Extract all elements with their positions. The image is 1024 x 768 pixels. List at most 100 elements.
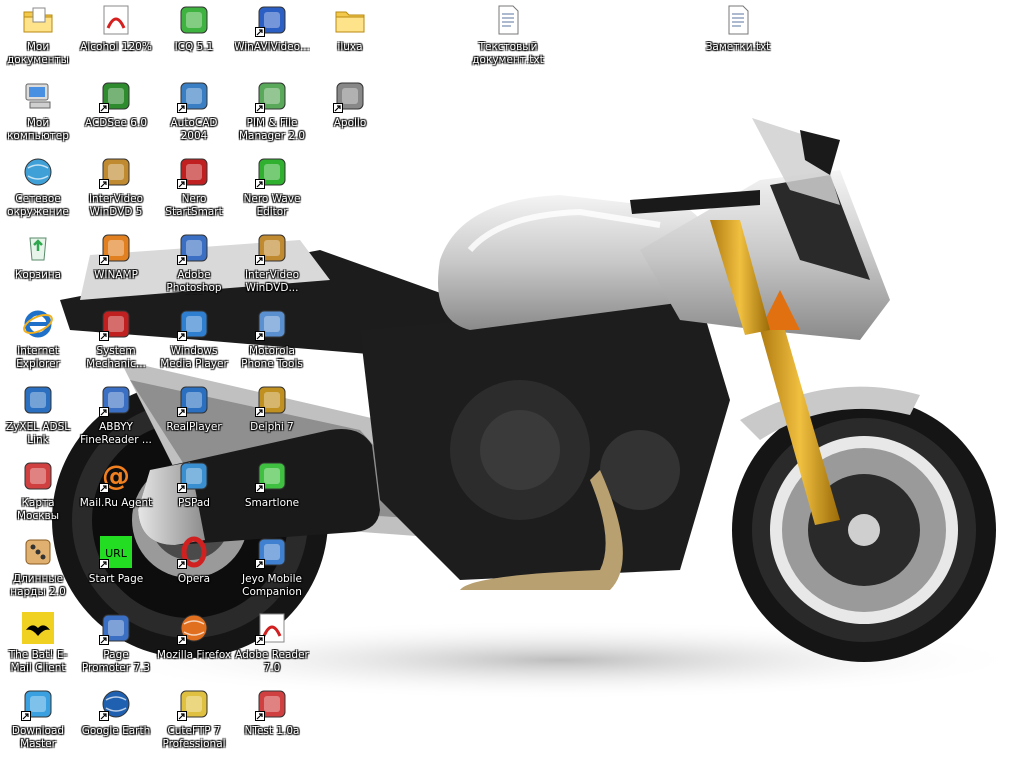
desktop-icon[interactable]: NTest 1.0a: [234, 686, 310, 760]
recycle-bin-icon: [22, 232, 54, 264]
desktop-icon[interactable]: RealPlayer: [156, 382, 232, 456]
winamp-icon: [99, 232, 132, 265]
desktop-icon-label: InterVideo WinDVD...: [244, 269, 300, 294]
desktop-icon[interactable]: PSPad: [156, 458, 232, 532]
opera-icon: [177, 536, 210, 569]
desktop-icon-label: ABBYY FineReader ...: [80, 421, 152, 446]
nero-wave-icon: [255, 156, 288, 189]
desktop-icon[interactable]: Motorola Phone Tools: [234, 306, 310, 380]
desktop-icon[interactable]: Delphi 7: [234, 382, 310, 456]
desktop-icon-label: NTest 1.0a: [244, 725, 300, 737]
alcohol-120-icon: [100, 4, 132, 36]
desktop-icon[interactable]: Мои документы: [0, 2, 76, 76]
desktop-icon-label: Корзина: [14, 269, 62, 281]
desktop-icon[interactable]: Nero Wave Editor: [234, 154, 310, 228]
shortcut-arrow-icon: [177, 483, 187, 493]
desktop-icon[interactable]: ZyXEL ADSL Link: [0, 382, 76, 456]
desktop-icon-label: Motorola Phone Tools: [241, 345, 303, 370]
shortcut-arrow-icon: [99, 483, 109, 493]
apollo-icon: [333, 80, 366, 113]
desktop-icon[interactable]: WINAMP: [78, 230, 154, 304]
desktop-icon-label: Adobe Photoshop CS2: [166, 269, 222, 294]
desktop-icon[interactable]: Alcohol 120%: [78, 2, 154, 76]
desktop-icon[interactable]: Nero StartSmart: [156, 154, 232, 228]
desktop-icons: Мои документы Alcohol 120% ICQ 5.1 WinAVIVi…: [0, 0, 1024, 768]
adobe-reader-icon: [255, 612, 288, 645]
page-promoter-icon: [99, 612, 132, 645]
icq-icon: [178, 4, 210, 36]
my-documents-icon: [22, 4, 54, 36]
desktop-icon[interactable]: Сетевое окружение: [0, 154, 76, 228]
desktop-icon[interactable]: Download Master: [0, 686, 76, 760]
desktop-icon-label: Page Promoter 7.3: [81, 649, 151, 674]
shortcut-arrow-icon: [99, 559, 109, 569]
desktop-icon-label: Delphi 7: [250, 421, 294, 433]
google-earth-icon: [99, 688, 132, 721]
desktop-icon[interactable]: CuteFTP 7 Professional: [156, 686, 232, 760]
desktop-icon[interactable]: Mozilla Firefox: [156, 610, 232, 684]
the-bat-icon: [22, 612, 54, 644]
desktop-icon[interactable]: Jeyo Mobile Companion 1.1: [234, 534, 310, 608]
jeyo-icon: [255, 536, 288, 569]
desktop-icon[interactable]: @ Mail.Ru Agent: [78, 458, 154, 532]
desktop-icon[interactable]: Opera: [156, 534, 232, 608]
desktop-icon[interactable]: Apollo: [312, 78, 388, 152]
my-computer-icon: [22, 80, 54, 112]
desktop-icon[interactable]: Internet Explorer: [0, 306, 76, 380]
desktop-icon[interactable]: URL Start Page: [78, 534, 154, 608]
desktop-icon-label: Alcohol 120%: [80, 41, 152, 53]
desktop: Мои документы Alcohol 120% ICQ 5.1 WinAVIVi…: [0, 0, 1024, 768]
desktop-icon[interactable]: Мой компьютер: [0, 78, 76, 152]
acdsee-icon: [99, 80, 132, 113]
shortcut-arrow-icon: [177, 103, 187, 113]
zyxel-icon: [22, 384, 54, 416]
desktop-icon-label: Download Master: [11, 725, 65, 750]
desktop-icon[interactable]: Smartlone: [234, 458, 310, 532]
desktop-icon[interactable]: AutoCAD 2004: [156, 78, 232, 152]
desktop-icon[interactable]: iluxa: [312, 2, 388, 76]
desktop-icon[interactable]: Заметки.txt: [700, 2, 776, 76]
desktop-icon[interactable]: Page Promoter 7.3: [78, 610, 154, 684]
media-player-icon: [177, 308, 210, 341]
desktop-icon-label: WINAMP: [94, 269, 138, 281]
desktop-icon[interactable]: Adobe Reader 7.0: [234, 610, 310, 684]
desktop-icon-label: Мои документы: [7, 41, 69, 66]
pspad-icon: [177, 460, 210, 493]
shortcut-arrow-icon: [255, 255, 265, 265]
autocad-icon: [177, 80, 210, 113]
windvd-icon: [255, 232, 288, 265]
desktop-icon[interactable]: InterVideo WinDVD 5: [78, 154, 154, 228]
desktop-icon[interactable]: ACDSee 6.0: [78, 78, 154, 152]
shortcut-arrow-icon: [99, 331, 109, 341]
desktop-icon-label: WinAVIVideo...: [234, 41, 310, 53]
desktop-icon[interactable]: Текстовый документ.txt: [470, 2, 546, 76]
shortcut-arrow-icon: [177, 407, 187, 417]
shortcut-arrow-icon: [177, 255, 187, 265]
desktop-icon[interactable]: ICQ 5.1: [156, 2, 232, 76]
desktop-icon[interactable]: PIM & File Manager 2.0: [234, 78, 310, 152]
desktop-icon[interactable]: System Mechanic...: [78, 306, 154, 380]
winavi-video-icon: [255, 4, 288, 37]
desktop-icon-label: Internet Explorer: [16, 345, 60, 370]
delphi-icon: [255, 384, 288, 417]
desktop-icon[interactable]: WinAVIVideo...: [234, 2, 310, 76]
finereader-icon: [99, 384, 132, 417]
shortcut-arrow-icon: [99, 635, 109, 645]
desktop-icon[interactable]: Карта Москвы: [0, 458, 76, 532]
desktop-icon[interactable]: Корзина: [0, 230, 76, 304]
desktop-icon[interactable]: The Bat! E-Mail Client: [0, 610, 76, 684]
desktop-icon-label: Заметки.txt: [705, 41, 771, 53]
desktop-icon[interactable]: ABBYY FineReader ...: [78, 382, 154, 456]
photoshop-icon: [177, 232, 210, 265]
realplayer-icon: [177, 384, 210, 417]
desktop-icon-label: Мой компьютер: [7, 117, 69, 142]
start-page-icon: URL: [99, 536, 132, 569]
desktop-icon[interactable]: Google Earth: [78, 686, 154, 760]
desktop-icon[interactable]: Длинные нарды 2.0: [0, 534, 76, 608]
mailru-agent-icon: @: [99, 460, 132, 493]
desktop-icon[interactable]: Windows Media Player: [156, 306, 232, 380]
desktop-icon[interactable]: InterVideo WinDVD...: [234, 230, 310, 304]
shortcut-arrow-icon: [99, 711, 109, 721]
notes-text-icon: [722, 4, 754, 36]
desktop-icon[interactable]: Adobe Photoshop CS2: [156, 230, 232, 304]
